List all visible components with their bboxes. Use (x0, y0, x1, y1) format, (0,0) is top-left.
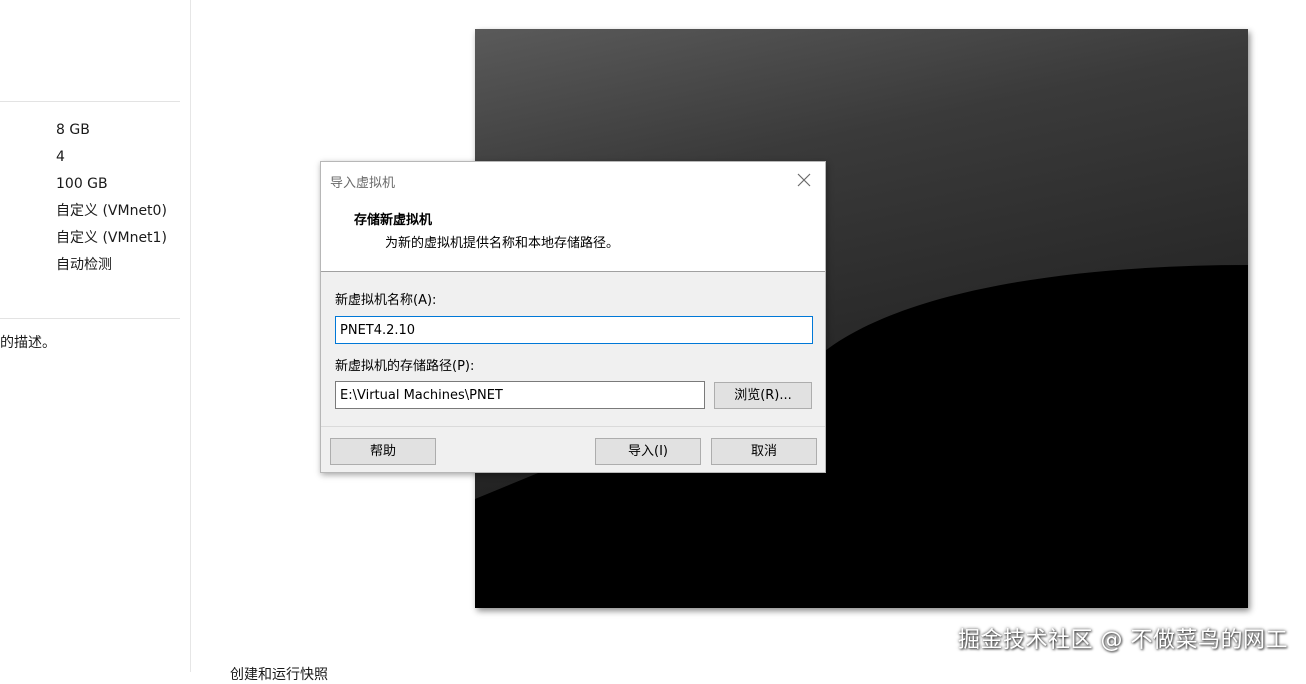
storage-path-label: 新虚拟机的存储路径(P): (335, 359, 475, 374)
cancel-button[interactable]: 取消 (711, 438, 817, 465)
dialog-subheading: 为新的虚拟机提供名称和本地存储路径。 (385, 236, 620, 251)
vm-name-input[interactable] (335, 316, 813, 344)
vm-name-label: 新虚拟机名称(A): (335, 293, 437, 308)
processors-value: 4 (56, 149, 65, 165)
memory-value: 8 GB (56, 122, 90, 138)
description-text: 的描述。 (0, 335, 56, 351)
network-adapter-2-value: 自定义 (VMnet1) (56, 230, 167, 246)
close-button[interactable] (792, 168, 816, 192)
section-divider (0, 318, 180, 319)
watermark: 掘金技术社区 @ 不做菜鸟的网工 (958, 628, 1288, 653)
network-adapter-value: 自定义 (VMnet0) (56, 203, 167, 219)
section-divider (0, 101, 180, 102)
import-vm-dialog: 导入虚拟机 存储新虚拟机 为新的虚拟机提供名称和本地存储路径。 新虚拟机名称(A… (320, 161, 826, 473)
dialog-header: 导入虚拟机 存储新虚拟机 为新的虚拟机提供名称和本地存储路径。 (321, 162, 825, 272)
import-button[interactable]: 导入(I) (595, 438, 701, 465)
cut-off-text: 创建和运行快照 (230, 667, 328, 683)
display-value: 自动检测 (56, 257, 112, 273)
dialog-heading: 存储新虚拟机 (354, 213, 433, 228)
storage-path-input[interactable] (335, 381, 705, 409)
vm-details-panel: 8 GB 4 100 GB 自定义 (VMnet0) 自定义 (VMnet1) … (0, 0, 191, 672)
hard-disk-value: 100 GB (56, 176, 108, 192)
close-icon (797, 173, 811, 187)
help-button[interactable]: 帮助 (330, 438, 436, 465)
footer-divider (321, 426, 825, 427)
browse-button[interactable]: 浏览(R)... (714, 382, 812, 409)
dialog-title: 导入虚拟机 (330, 176, 396, 191)
